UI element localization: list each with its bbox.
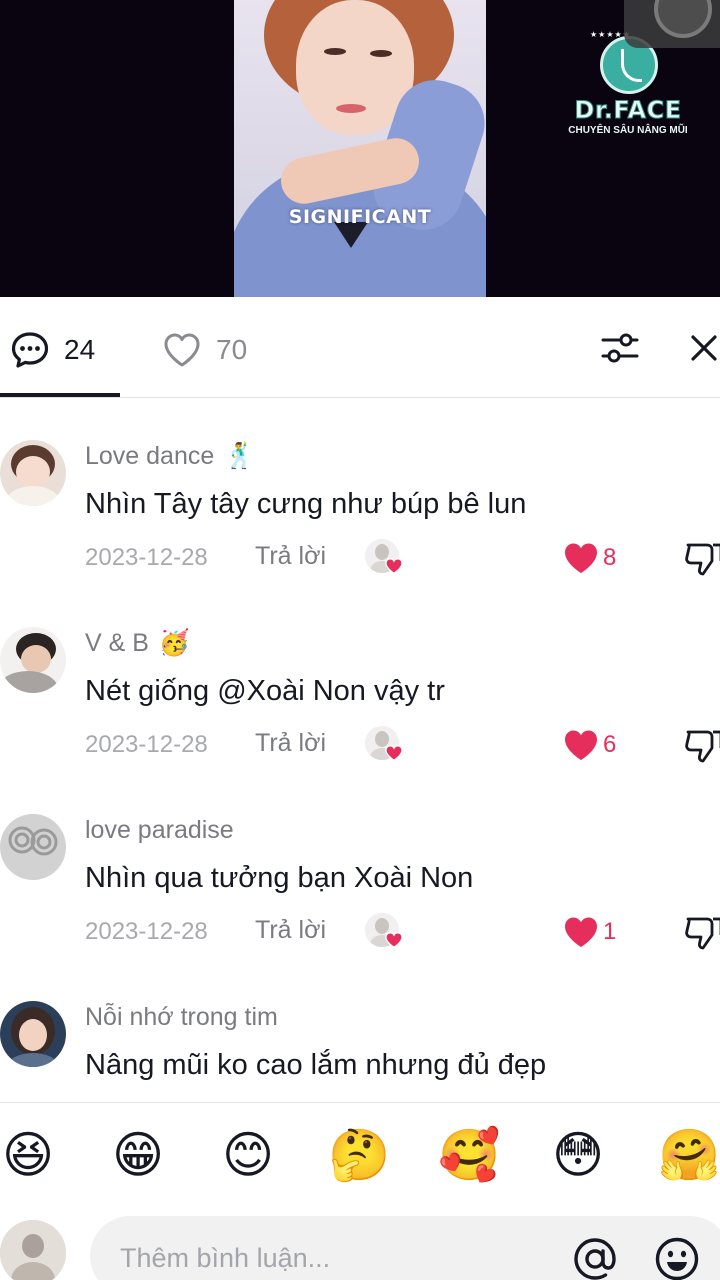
tab-comments[interactable]: 24 xyxy=(10,330,95,370)
creator-liked-badge xyxy=(365,913,403,951)
emoji-picker-button[interactable] xyxy=(654,1236,700,1280)
tab-likes[interactable]: 70 xyxy=(162,330,247,370)
comment-meta: 2023-12-28 Trả lời 1 xyxy=(85,913,720,951)
comment-text: Nhìn Tây tây cưng như búp bê lun xyxy=(85,488,527,520)
creator-liked-badge xyxy=(365,726,403,764)
close-icon xyxy=(691,335,717,361)
dislike-button[interactable] xyxy=(683,915,720,951)
avatar xyxy=(0,1220,66,1280)
quick-emoji-button[interactable]: 😳 xyxy=(548,1125,608,1185)
comment-username[interactable]: Love dance 🕺 xyxy=(85,442,255,471)
quick-emoji-button[interactable]: 😊 xyxy=(218,1125,278,1185)
avatar-image xyxy=(0,440,66,506)
like-count: 1 xyxy=(603,918,617,945)
heart-filled-icon xyxy=(385,745,403,761)
comment-date: 2023-12-28 xyxy=(85,918,208,945)
avatar[interactable] xyxy=(0,440,66,506)
dislike-button[interactable] xyxy=(683,541,720,577)
avatar-image xyxy=(0,1220,66,1280)
sliders-icon xyxy=(601,333,639,363)
comment-input-box[interactable] xyxy=(90,1216,720,1280)
thumbs-down-icon xyxy=(685,543,720,576)
quick-emoji-button[interactable]: 😁 xyxy=(108,1125,168,1185)
like-count: 8 xyxy=(603,544,617,571)
video-caption: SIGNIFICANT xyxy=(288,206,432,228)
heart-filled-icon xyxy=(385,932,403,948)
thumbs-down-icon xyxy=(685,917,720,950)
comment-item: V & B 🥳 Nét giống @Xoài Non vậy tr 2023-… xyxy=(0,585,720,772)
like-count: 6 xyxy=(603,731,617,758)
filter-button[interactable] xyxy=(598,330,642,366)
avatar[interactable] xyxy=(0,814,66,880)
comment-list: Love dance 🕺 Nhìn Tây tây cưng như búp b… xyxy=(0,398,720,1102)
username-emoji: 🥳 xyxy=(158,629,191,657)
heart-filled-icon xyxy=(565,730,597,760)
avatar-image xyxy=(0,1001,66,1067)
heart-outline-icon xyxy=(164,333,200,367)
reply-button[interactable]: Trả lời xyxy=(255,729,326,758)
heart-filled-icon xyxy=(385,558,403,574)
video-subject-eye xyxy=(324,48,346,55)
at-sign-icon xyxy=(574,1238,616,1280)
comment-username[interactable]: love paradise xyxy=(85,816,234,845)
video-subject-lips xyxy=(336,104,366,113)
likes-count: 70 xyxy=(216,334,248,365)
avatar[interactable] xyxy=(0,627,66,693)
username-text: V & B xyxy=(85,629,149,657)
avatar-image xyxy=(0,627,66,693)
brand-logo-name: Dr.FACE xyxy=(574,96,682,125)
heart-filled-icon xyxy=(565,543,597,573)
comment-meta: 2023-12-28 Trả lời 6 xyxy=(85,726,720,764)
thumbs-down-icon xyxy=(685,730,720,763)
username-text: Love dance xyxy=(85,442,215,470)
creator-liked-badge xyxy=(365,539,403,577)
quick-emoji-bar: 😆 😁 😊 🤔 🥰 😳 🤗 xyxy=(0,1102,720,1212)
active-tab-indicator xyxy=(0,393,120,397)
username-emoji: 🕺 xyxy=(224,442,256,470)
comment-username[interactable]: V & B 🥳 xyxy=(85,629,190,658)
username-text: Nỗi nhớ trong tim xyxy=(85,1003,278,1031)
like-button[interactable]: 6 xyxy=(563,728,616,762)
quick-emoji-button[interactable]: 🥰 xyxy=(438,1125,500,1185)
dislike-button[interactable] xyxy=(683,728,720,764)
smiley-icon xyxy=(655,1237,699,1280)
comment-date: 2023-12-28 xyxy=(85,731,208,758)
comment-item: Nỗi nhớ trong tim Nâng mũi ko cao lắm nh… xyxy=(0,959,720,1102)
reply-button[interactable]: Trả lời xyxy=(255,542,326,571)
comment-text: Nhìn qua tưởng bạn Xoài Non xyxy=(85,862,474,894)
video-player[interactable]: SIGNIFICANT ★★★★★ Dr.FACE CHUYÊN SÂU NÂN… xyxy=(0,0,720,297)
comment-input[interactable] xyxy=(120,1238,540,1278)
comment-bubble-icon xyxy=(11,332,49,368)
comment-text: Nét giống @Xoài Non vậy tr xyxy=(85,675,445,707)
like-button[interactable]: 8 xyxy=(563,541,616,575)
heart-filled-icon xyxy=(565,917,597,947)
close-button[interactable] xyxy=(686,330,720,366)
brand-logo-tagline: CHUYÊN SÂU NÂNG MŨI xyxy=(568,125,688,136)
avatar[interactable] xyxy=(0,1001,66,1067)
quick-emoji-button[interactable]: 🤔 xyxy=(328,1125,390,1185)
video-corner-control[interactable] xyxy=(624,0,720,48)
mention-button[interactable] xyxy=(572,1236,618,1280)
comment-date: 2023-12-28 xyxy=(85,544,208,571)
video-subject-eye xyxy=(370,50,392,57)
comment-username[interactable]: Nỗi nhớ trong tim xyxy=(85,1003,278,1032)
reply-button[interactable]: Trả lời xyxy=(255,916,326,945)
comment-item: love paradise Nhìn qua tưởng bạn Xoài No… xyxy=(0,772,720,959)
comment-meta: 2023-12-28 Trả lời 8 xyxy=(85,539,720,577)
comment-item: Love dance 🕺 Nhìn Tây tây cưng như búp b… xyxy=(0,398,720,585)
comment-text: Nâng mũi ko cao lắm nhưng đủ đẹp xyxy=(85,1049,547,1081)
avatar-image xyxy=(0,814,66,880)
username-text: love paradise xyxy=(85,816,234,844)
comments-count: 24 xyxy=(64,334,96,365)
quick-emoji-button[interactable]: 😆 xyxy=(0,1125,58,1185)
like-button[interactable]: 1 xyxy=(563,915,616,949)
video-frame: SIGNIFICANT xyxy=(234,0,486,297)
quick-emoji-button[interactable]: 🤗 xyxy=(658,1125,720,1185)
